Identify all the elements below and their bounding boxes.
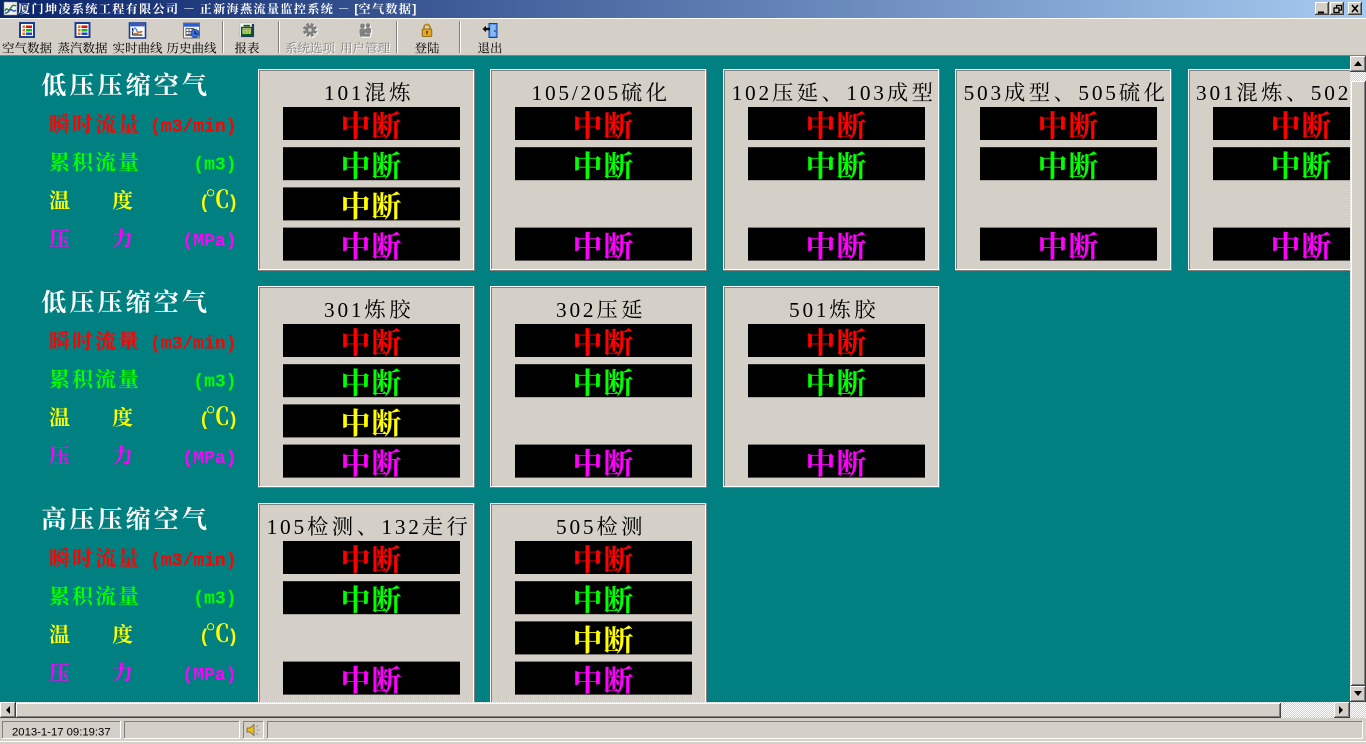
svg-text:505: 505 (556, 515, 596, 539)
svg-text:(m3/min): (m3/min) (150, 335, 236, 355)
svg-text:105/205: 105/205 (532, 81, 621, 105)
svg-text:[: [ (351, 2, 358, 16)
svg-text:102: 102 (732, 81, 772, 105)
svg-text:(m3): (m3) (193, 156, 236, 176)
svg-text:101: 101 (324, 81, 364, 105)
svg-text:132: 132 (381, 515, 421, 539)
svg-text:301: 301 (324, 298, 364, 322)
svg-text:): ) (228, 194, 239, 214)
svg-text:(MPa): (MPa) (183, 666, 237, 686)
svg-text:(: ( (199, 194, 210, 214)
svg-text:): ) (228, 628, 239, 648)
svg-text:(: ( (199, 628, 210, 648)
svg-text:(m3): (m3) (193, 590, 236, 610)
svg-text:505: 505 (1078, 81, 1118, 105)
svg-text:(m3): (m3) (193, 373, 236, 393)
svg-text:(m3/min): (m3/min) (150, 118, 236, 138)
svg-text:503: 503 (964, 81, 1004, 105)
svg-text:502: 502 (1311, 81, 1351, 105)
svg-text:]: ] (412, 2, 416, 16)
svg-text:(m3/min): (m3/min) (150, 552, 236, 572)
svg-text:2013-1-17 09:19:37: 2013-1-17 09:19:37 (12, 727, 111, 739)
svg-text:(MPa): (MPa) (183, 449, 237, 469)
svg-text:103: 103 (846, 81, 886, 105)
svg-text:105: 105 (267, 515, 307, 539)
svg-text:(: ( (199, 411, 210, 431)
svg-text:(MPa): (MPa) (183, 232, 237, 252)
svg-text:301: 301 (1196, 81, 1236, 105)
svg-text:501: 501 (789, 298, 829, 322)
svg-text:302: 302 (556, 298, 596, 322)
svg-text:): ) (228, 411, 239, 431)
